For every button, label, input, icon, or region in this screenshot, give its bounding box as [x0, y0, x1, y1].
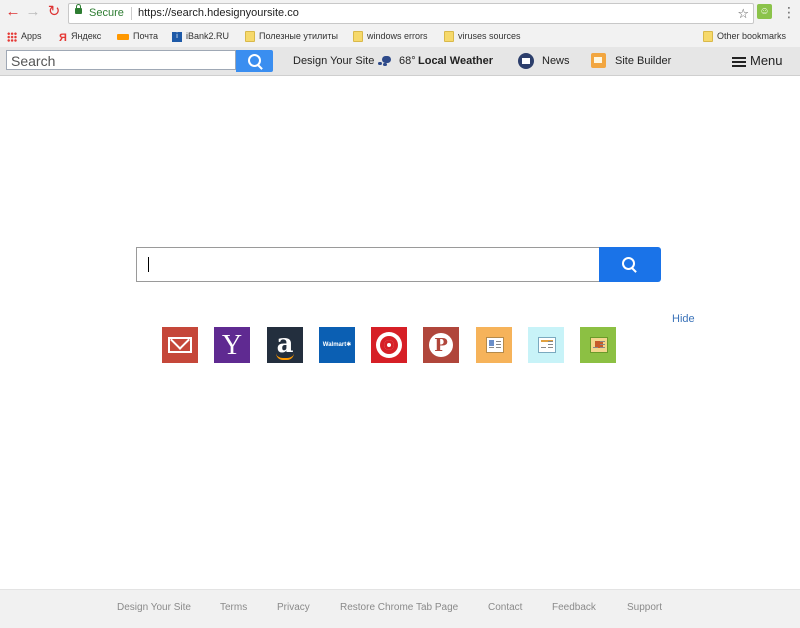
pinterest-tile[interactable]: P [423, 327, 459, 363]
yahoo-tile[interactable]: Y [214, 327, 250, 363]
local-weather-link[interactable]: Local Weather [418, 47, 493, 75]
footer-restore-tab-link[interactable]: Restore Chrome Tab Page [340, 602, 458, 613]
main-search-input[interactable] [136, 247, 600, 282]
text-caret [148, 257, 149, 272]
lock-icon [75, 4, 82, 14]
forward-icon[interactable]: → [25, 4, 41, 20]
news-tile[interactable] [476, 327, 512, 363]
gmail-envelope-icon [168, 337, 192, 353]
main-search-button[interactable] [599, 247, 661, 282]
other-bookmarks[interactable]: Other bookmarks [703, 30, 787, 43]
site-builder-link[interactable]: Site Builder [615, 47, 671, 75]
toolbar-search-input[interactable]: Search [6, 50, 236, 70]
footer-design-your-site-link[interactable]: Design Your Site [117, 602, 191, 613]
yahoo-logo-icon: Y [221, 330, 243, 361]
news-icon [518, 53, 534, 69]
walmart-tile[interactable]: Walmart✱ [319, 327, 355, 363]
footer-support-link[interactable]: Support [627, 602, 662, 613]
url-text[interactable]: https://search.hdesignyoursite.co [138, 4, 299, 23]
yandex-icon: Я [59, 31, 67, 44]
pinterest-logo-icon: P [429, 333, 453, 357]
site-builder-icon [591, 53, 606, 68]
reload-icon[interactable]: ↻ [46, 4, 62, 20]
folder-icon [444, 31, 454, 43]
hide-tiles-link[interactable]: Hide [672, 313, 695, 325]
walmart-logo-icon: Walmart✱ [322, 342, 352, 348]
bookmark-pochta[interactable]: Почта [117, 30, 158, 42]
design-your-site-link[interactable]: Design Your Site [293, 47, 374, 75]
site-builder-icon [590, 337, 608, 353]
address-bar[interactable]: Secure https://search.hdesignyoursite.co… [68, 3, 754, 24]
bookmark-label: Полезные утилиты [259, 31, 338, 41]
footer-privacy-link[interactable]: Privacy [277, 602, 310, 613]
browser-chrome: ← → ↻ Secure https://search.hdesignyours… [0, 0, 800, 48]
search-icon [622, 257, 635, 270]
site-toolbar: Search Design Your Site 68° Local Weathe… [0, 47, 800, 76]
bookmark-label: Яндекс [71, 31, 102, 41]
bookmark-label: viruses sources [458, 31, 521, 41]
target-logo-icon [376, 332, 402, 358]
gmail-tile[interactable] [162, 327, 198, 363]
bookmark-label: windows errors [367, 31, 428, 41]
footer-feedback-link[interactable]: Feedback [552, 602, 596, 613]
browser-window-icon [538, 337, 556, 353]
bookmark-yandex[interactable]: Я Яндекс [59, 30, 102, 44]
search-icon [248, 54, 261, 67]
footer-terms-link[interactable]: Terms [220, 602, 247, 613]
back-icon[interactable]: ← [5, 4, 21, 20]
bookmark-ibank[interactable]: i iBank2.RU [172, 30, 229, 42]
extension-icon[interactable]: ☺ [757, 4, 772, 19]
bookmark-label: Почта [133, 31, 158, 41]
bookmark-folder-viruses-sources[interactable]: viruses sources [444, 30, 521, 43]
weather-temperature[interactable]: 68° [399, 47, 416, 75]
web-tile[interactable] [528, 327, 564, 363]
newspaper-icon [486, 337, 504, 353]
bookmark-label: Apps [21, 31, 42, 41]
amazon-tile[interactable]: a [267, 327, 303, 363]
news-link[interactable]: News [542, 47, 570, 75]
bookmark-folder-windows-errors[interactable]: windows errors [353, 30, 428, 43]
bookmark-star-icon[interactable]: ☆ [737, 4, 749, 23]
omnibox-divider [131, 7, 132, 20]
folder-icon [245, 31, 255, 43]
other-bookmarks-label: Other bookmarks [717, 31, 787, 41]
hamburger-menu-icon [732, 57, 746, 59]
bookmarks-bar: Apps Я Яндекс Почта i iBank2.RU Полезные у… [0, 26, 800, 46]
folder-icon [353, 31, 363, 43]
apps-grid-icon [7, 31, 17, 42]
footer-contact-link[interactable]: Contact [488, 602, 522, 613]
bookmark-label: iBank2.RU [186, 31, 230, 41]
mail-ru-icon [117, 33, 129, 40]
menu-button[interactable]: Menu [750, 47, 783, 75]
target-tile[interactable] [371, 327, 407, 363]
bookmark-apps[interactable]: Apps [7, 30, 42, 42]
secure-label: Secure [89, 7, 124, 19]
footer: Design Your Site Terms Privacy Restore C… [0, 589, 800, 628]
chrome-menu-icon[interactable]: ⋮ [782, 3, 796, 21]
address-row: ← → ↻ Secure https://search.hdesignyours… [0, 0, 800, 26]
bookmark-folder-utilities[interactable]: Полезные утилиты [245, 30, 338, 43]
builder-tile[interactable] [580, 327, 616, 363]
folder-icon [703, 31, 713, 43]
ibank-icon: i [172, 31, 182, 42]
toolbar-search-button[interactable] [236, 50, 273, 72]
weather-icon [378, 56, 392, 66]
